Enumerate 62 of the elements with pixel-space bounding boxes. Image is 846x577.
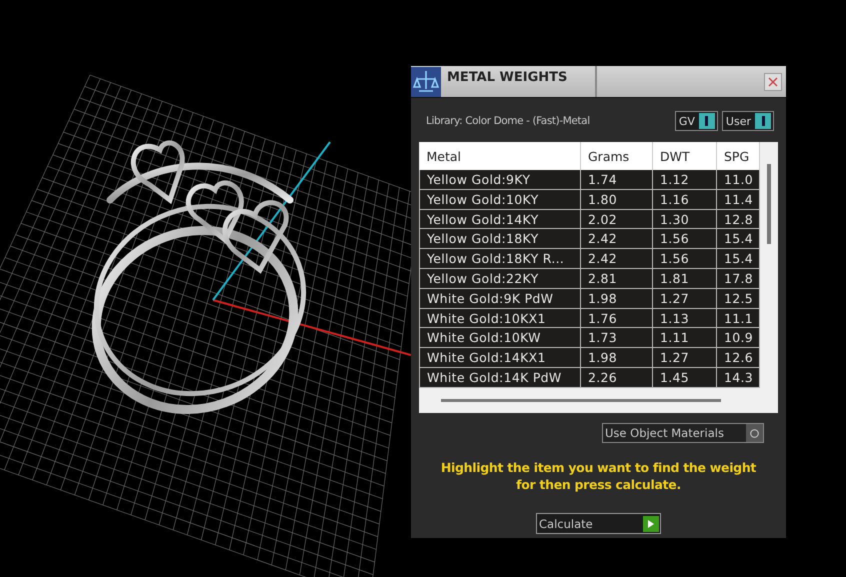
- table-cell: Yellow Gold:18KY R...: [420, 248, 580, 269]
- table-cell: Yellow Gold:22KY: [420, 268, 580, 288]
- table-cell: White Gold:14KX1: [420, 348, 580, 368]
- table-cell: 11.1: [716, 308, 760, 328]
- library-label: Library: Color Dome - (Fast)-Metal: [426, 115, 590, 127]
- scale-icon: [411, 66, 441, 96]
- column-header[interactable]: Grams: [580, 142, 652, 170]
- table-cell: 11.0: [716, 170, 760, 190]
- window-title: METAL WEIGHTS: [447, 70, 568, 85]
- table-cell: 2.81: [580, 268, 652, 288]
- table-cell: 2.26: [580, 368, 652, 388]
- table-cell: 15.4: [716, 228, 760, 249]
- table-cell: 1.56: [652, 228, 716, 249]
- close-icon: [768, 76, 778, 86]
- table-cell: 2.42: [580, 228, 652, 249]
- table-cell: White Gold:9K PdW: [420, 288, 580, 308]
- table-cell: 1.30: [652, 209, 716, 229]
- table-cell: 17.8: [716, 268, 760, 288]
- table-cell: 2.42: [580, 248, 652, 269]
- table-cell: 1.98: [580, 288, 652, 308]
- table-cell: 1.13: [652, 308, 716, 328]
- toggle-button[interactable]: User: [722, 111, 774, 131]
- table-cell: 1.98: [580, 348, 652, 368]
- use-object-materials-toggle[interactable]: Use Object Materials: [602, 423, 764, 443]
- calculate-button[interactable]: Calculate: [536, 513, 661, 534]
- circle-icon: [750, 428, 759, 438]
- column-header[interactable]: DWT: [652, 142, 716, 170]
- column-header[interactable]: SPG: [716, 142, 760, 170]
- table-cell: 1.80: [580, 189, 652, 210]
- table-cell: 1.27: [652, 348, 716, 368]
- table-cell: 1.76: [580, 308, 652, 328]
- close-button[interactable]: [764, 72, 782, 90]
- table-cell: 1.45: [652, 368, 716, 388]
- table-cell: 14.3: [716, 368, 760, 388]
- toggle-button[interactable]: GV: [674, 111, 718, 131]
- table-cell: Yellow Gold:10KY: [420, 189, 580, 210]
- table-cell: 1.74: [580, 170, 652, 190]
- table-cell: 12.6: [716, 348, 760, 368]
- table-cell: 1.27: [652, 288, 716, 308]
- table-cell: White Gold:14K PdW: [420, 368, 580, 388]
- table-cell: 2.02: [580, 209, 652, 229]
- table-cell: 11.4: [716, 189, 760, 210]
- table-cell: White Gold:10KW: [420, 328, 580, 348]
- scrollbar-thumb[interactable]: [767, 164, 771, 244]
- scrollbar-thumb[interactable]: [441, 399, 721, 402]
- table-cell: 1.11: [652, 328, 716, 348]
- table-cell: 10.9: [716, 328, 760, 348]
- column-header[interactable]: Metal: [420, 142, 580, 170]
- table-cell: Yellow Gold:9KY: [420, 170, 580, 190]
- table-cell: 12.5: [716, 288, 760, 308]
- table-cell: Yellow Gold:14KY: [420, 209, 580, 229]
- table-cell: 1.12: [652, 170, 716, 190]
- table-cell: 15.4: [716, 248, 760, 269]
- table-cell: 1.56: [652, 248, 716, 269]
- table-cell: 1.73: [580, 328, 652, 348]
- table-cell: 1.81: [652, 268, 716, 288]
- table-cell: White Gold:10KX1: [420, 308, 580, 328]
- table-cell: 1.16: [652, 189, 716, 210]
- table-cell: 12.8: [716, 209, 760, 229]
- instruction-text: Highlight the item you want to find the weight for then press calculate.: [440, 459, 758, 493]
- play-icon: [647, 518, 655, 528]
- table-cell: Yellow Gold:18KY: [420, 228, 580, 249]
